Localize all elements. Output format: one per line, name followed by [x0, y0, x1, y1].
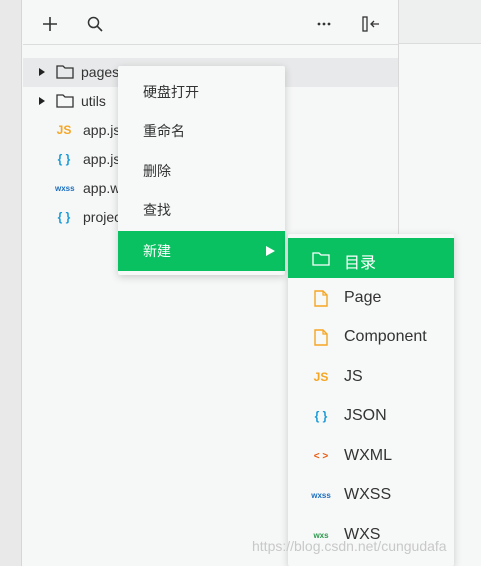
submenu-item-label: Component: [344, 328, 427, 345]
tree-item-label: utils: [81, 93, 106, 109]
submenu-item-directory[interactable]: 目录: [288, 238, 454, 278]
more-icon: [317, 22, 331, 26]
file-icon: [312, 328, 330, 346]
search-icon: [87, 16, 103, 32]
wxss-icon: wxss: [311, 490, 331, 500]
tree-item-label: pages: [81, 64, 120, 80]
expand-arrow-icon[interactable]: [39, 97, 45, 105]
submenu-item-page[interactable]: Page: [288, 278, 454, 318]
submenu-item-json[interactable]: { } JSON: [288, 396, 454, 436]
file-icon: [312, 289, 330, 307]
submenu-item-label: JS: [344, 368, 363, 385]
context-menu: 硬盘打开 重命名 删除 查找 新建: [118, 66, 285, 275]
explorer-toolbar: [23, 0, 398, 45]
watermark: https://blog.csdn.net/cungudafa: [252, 538, 447, 554]
json-icon: { }: [57, 210, 71, 224]
submenu-item-label: Page: [344, 289, 382, 306]
menu-item-label: 新建: [143, 244, 171, 260]
new-submenu: 目录 Page Component JS JS { } JSON < > WXM…: [288, 234, 454, 566]
submenu-item-label: WXML: [344, 447, 392, 464]
submenu-arrow-icon: [266, 246, 275, 256]
wxml-icon: < >: [313, 450, 329, 462]
tree-item-label: app.js: [83, 122, 121, 138]
collapse-panel-button[interactable]: [361, 14, 381, 34]
submenu-item-wxml[interactable]: < > WXML: [288, 436, 454, 476]
folder-icon: [56, 65, 74, 79]
submenu-item-label: JSON: [344, 407, 387, 424]
js-icon: JS: [313, 370, 329, 384]
more-button[interactable]: [314, 14, 334, 34]
menu-item-label: 重命名: [143, 124, 185, 140]
folder-icon: [312, 249, 330, 267]
editor-tab-bar: [399, 0, 481, 44]
submenu-item-label: 目录: [344, 255, 377, 272]
submenu-item-js[interactable]: JS JS: [288, 357, 454, 397]
menu-item-delete[interactable]: 删除: [118, 151, 285, 191]
menu-item-label: 删除: [143, 164, 171, 180]
folder-icon: [56, 94, 74, 108]
menu-item-new[interactable]: 新建: [118, 231, 285, 271]
json-icon: { }: [57, 152, 71, 166]
menu-item-find[interactable]: 查找: [118, 190, 285, 230]
wxss-icon: wxss: [55, 184, 75, 193]
js-icon: JS: [56, 123, 72, 137]
menu-item-rename[interactable]: 重命名: [118, 111, 285, 151]
search-button[interactable]: [85, 14, 105, 34]
menu-item-label: 查找: [143, 203, 171, 219]
menu-item-label: 硬盘打开: [143, 85, 199, 101]
json-icon: { }: [314, 409, 328, 423]
add-icon: [43, 17, 57, 31]
add-button[interactable]: [40, 14, 60, 34]
menu-item-open-in-disk[interactable]: 硬盘打开: [118, 72, 285, 112]
submenu-item-wxss[interactable]: wxss WXSS: [288, 475, 454, 515]
left-activity-rail: [0, 0, 22, 566]
submenu-item-label: WXSS: [344, 486, 392, 503]
collapse-panel-icon: [362, 16, 379, 32]
expand-arrow-icon[interactable]: [39, 68, 45, 76]
submenu-item-component[interactable]: Component: [288, 317, 454, 357]
